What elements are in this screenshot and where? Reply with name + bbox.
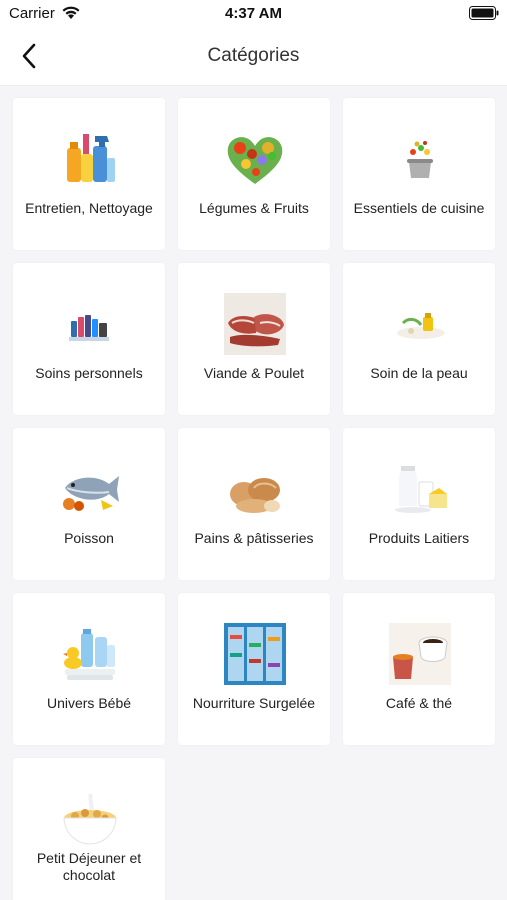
freezer-icon bbox=[224, 623, 286, 685]
category-card-poisson[interactable]: Poisson bbox=[13, 428, 165, 580]
page-title: Catégories bbox=[207, 45, 300, 66]
category-card-nourriture-surgelee[interactable]: Nourriture Surgelée bbox=[178, 593, 330, 745]
category-label: Univers Bébé bbox=[46, 695, 132, 711]
battery-icon bbox=[469, 6, 499, 20]
dairy-icon bbox=[389, 458, 451, 520]
personal-care-icon bbox=[59, 293, 121, 355]
category-label: Produits Laitiers bbox=[368, 530, 470, 546]
category-label: Soin de la peau bbox=[370, 365, 468, 381]
status-bar: Carrier 4:37 AM bbox=[0, 0, 507, 28]
category-label: Nourriture Surgelée bbox=[192, 695, 316, 711]
category-card-soin-peau[interactable]: Soin de la peau bbox=[343, 263, 495, 415]
navigation-bar: Catégories bbox=[0, 28, 507, 86]
category-label: Petit Déjeuner et chocolat bbox=[36, 850, 142, 883]
baby-products-icon bbox=[59, 623, 121, 685]
status-time: 4:37 AM bbox=[225, 5, 282, 22]
category-label: Soins personnels bbox=[35, 365, 143, 381]
cereal-bowl-icon bbox=[59, 788, 121, 850]
skin-care-icon bbox=[389, 293, 451, 355]
coffee-tea-icon bbox=[389, 623, 451, 685]
fish-icon bbox=[59, 458, 121, 520]
category-label: Café & thé bbox=[385, 695, 453, 711]
category-card-pains-patisseries[interactable]: Pains & pâtisseries bbox=[178, 428, 330, 580]
category-label: Pains & pâtisseries bbox=[194, 530, 314, 546]
category-card-univers-bebe[interactable]: Univers Bébé bbox=[13, 593, 165, 745]
category-label: Légumes & Fruits bbox=[199, 200, 309, 216]
category-label: Viande & Poulet bbox=[203, 365, 305, 381]
category-grid: Entretien, Nettoyage Légumes & Fruits Es… bbox=[13, 98, 495, 900]
category-card-viande-poulet[interactable]: Viande & Poulet bbox=[178, 263, 330, 415]
bread-icon bbox=[224, 458, 286, 520]
cooking-pot-icon bbox=[389, 128, 451, 190]
fruit-heart-icon bbox=[224, 128, 286, 190]
category-card-soins-personnels[interactable]: Soins personnels bbox=[13, 263, 165, 415]
category-card-petit-dejeuner[interactable]: Petit Déjeuner et chocolat bbox=[13, 758, 165, 900]
category-card-legumes-fruits[interactable]: Légumes & Fruits bbox=[178, 98, 330, 250]
category-label: Essentiels de cuisine bbox=[353, 200, 485, 216]
category-card-cafe-the[interactable]: Café & thé bbox=[343, 593, 495, 745]
category-card-produits-laitiers[interactable]: Produits Laitiers bbox=[343, 428, 495, 580]
category-label: Poisson bbox=[64, 530, 114, 546]
meat-icon bbox=[224, 293, 286, 355]
cleaning-products-icon bbox=[59, 128, 121, 190]
category-card-essentiels-cuisine[interactable]: Essentiels de cuisine bbox=[343, 98, 495, 250]
category-label: Entretien, Nettoyage bbox=[25, 200, 153, 216]
category-card-entretien[interactable]: Entretien, Nettoyage bbox=[13, 98, 165, 250]
